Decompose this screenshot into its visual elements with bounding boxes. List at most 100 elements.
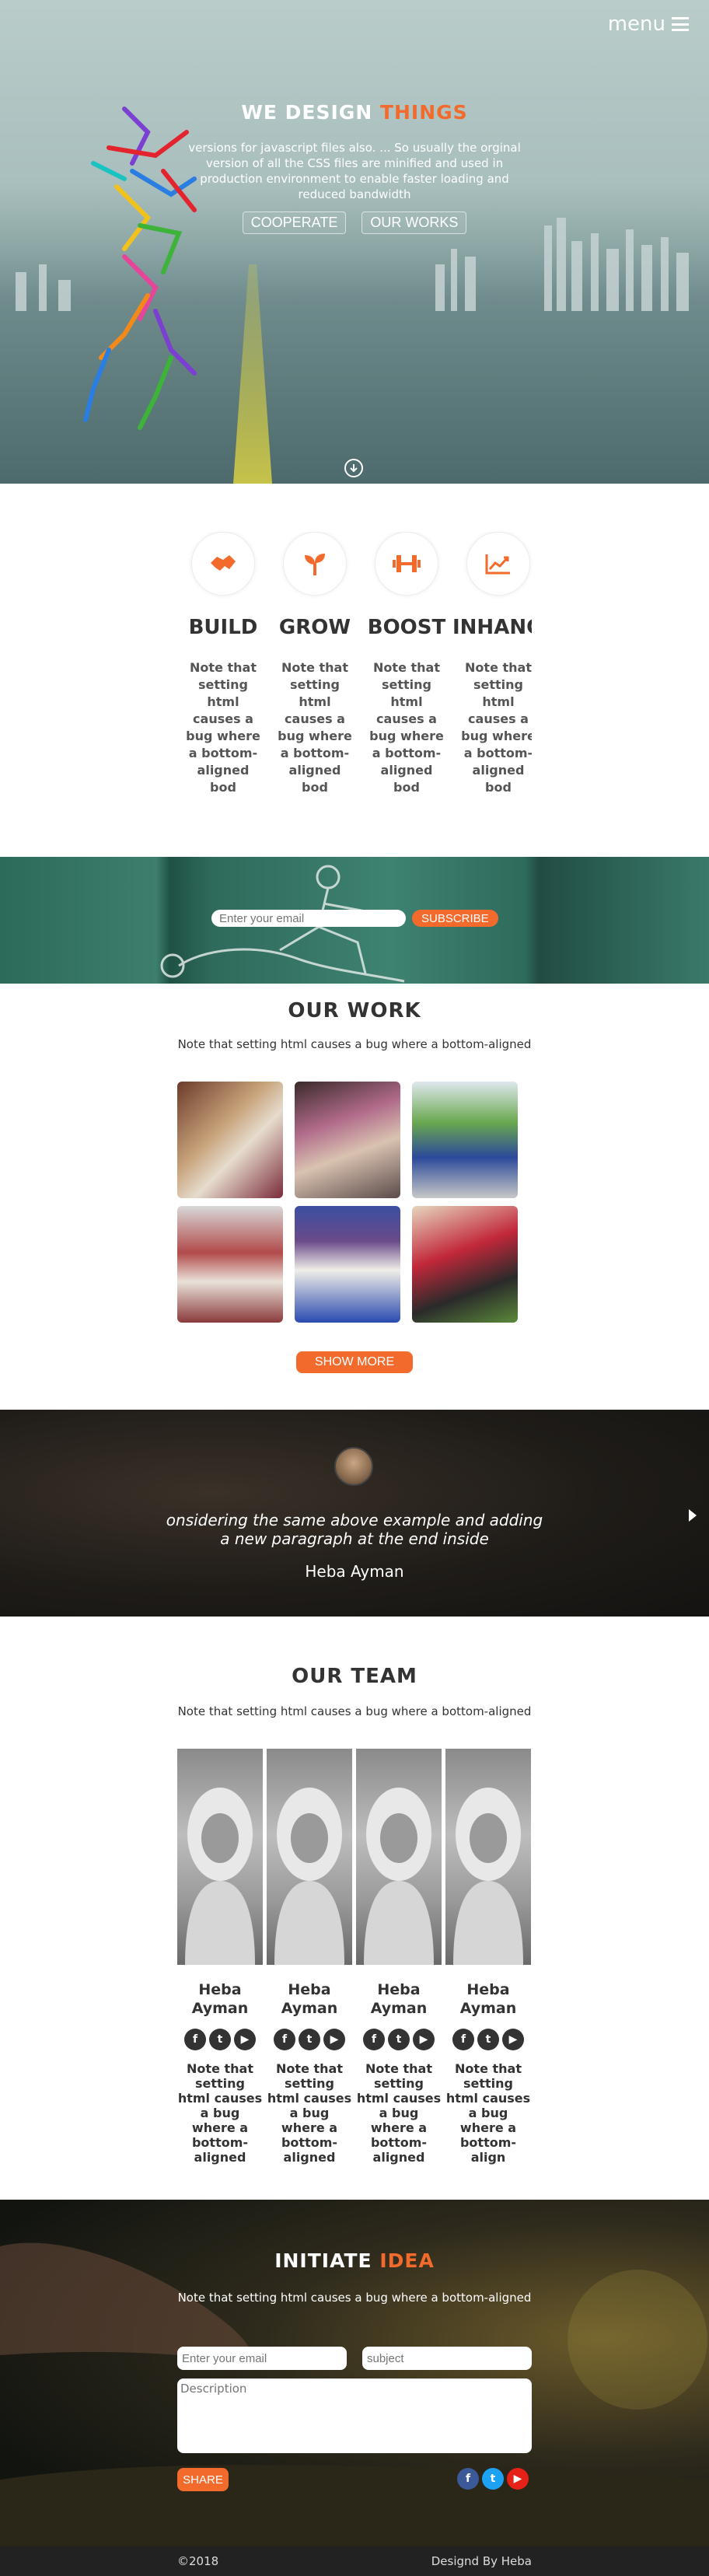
menu-label: menu bbox=[607, 12, 665, 36]
member-name: Heba Ayman bbox=[281, 1981, 338, 2017]
subscribe-section: SUBSCRIBE bbox=[0, 857, 709, 984]
team-grid: Heba Ayman f t ▶ Note that setting html … bbox=[177, 1749, 532, 2169]
dumbbell-icon bbox=[375, 532, 438, 596]
testimonial-name: Heba Ayman bbox=[305, 1562, 404, 1581]
twitter-icon[interactable]: t bbox=[388, 2029, 410, 2050]
service-text: Note that setting html causes a bug wher… bbox=[461, 660, 532, 795]
work-gallery bbox=[177, 1082, 518, 1323]
service-text: Note that setting html causes a bug wher… bbox=[186, 660, 260, 795]
service-title: GROW bbox=[278, 616, 351, 639]
member-photo bbox=[267, 1749, 352, 1965]
team-subtitle: Note that setting html causes a bug wher… bbox=[177, 1704, 532, 1718]
hero-section: menu WE DESIGN THINGS versions for javas… bbox=[0, 0, 709, 484]
hero-title-main: WE DESIGN bbox=[241, 101, 380, 124]
handshake-icon bbox=[191, 532, 255, 596]
contact-title-accent: IDEA bbox=[379, 2249, 435, 2272]
team-title: OUR TEAM bbox=[292, 1665, 417, 1688]
work-photo[interactable] bbox=[412, 1206, 518, 1323]
hero-buttons: COOPERATE OUR WORKS bbox=[0, 211, 709, 234]
testimonial-section: onsidering the same above example and ad… bbox=[0, 1410, 709, 1617]
team-member-card: Heba Ayman f t ▶ Note that setting html … bbox=[177, 1749, 263, 2169]
member-photo bbox=[445, 1749, 531, 1965]
services-section: BUILD Note that setting html causes a bu… bbox=[0, 484, 709, 857]
facebook-icon[interactable]: f bbox=[274, 2029, 295, 2050]
youtube-icon[interactable]: ▶ bbox=[507, 2468, 529, 2490]
team-member-card: Heba Ayman f t ▶ Note that setting html … bbox=[445, 1749, 531, 2169]
member-photo bbox=[356, 1749, 442, 1965]
twitter-icon[interactable]: t bbox=[482, 2468, 504, 2490]
member-name: Heba Ayman bbox=[370, 1981, 428, 2017]
contact-subtitle: Note that setting html causes a bug wher… bbox=[177, 2291, 532, 2305]
youtube-icon[interactable]: ▶ bbox=[234, 2029, 256, 2050]
footer: ©2018 Designd By Heba bbox=[0, 2546, 709, 2576]
subscribe-button[interactable]: SUBSCRIBE bbox=[412, 910, 498, 927]
service-title: INHANCE bbox=[452, 616, 532, 639]
show-more-button[interactable]: SHOW MORE bbox=[296, 1351, 413, 1373]
work-photo[interactable] bbox=[295, 1082, 400, 1198]
team-member-card: Heba Ayman f t ▶ Note that setting html … bbox=[267, 1749, 352, 2169]
contact-subject-input[interactable] bbox=[362, 2347, 532, 2370]
member-name: Heba Ayman bbox=[191, 1981, 249, 2017]
scroll-down-icon[interactable] bbox=[344, 459, 363, 477]
twitter-icon[interactable]: t bbox=[477, 2029, 499, 2050]
work-photo[interactable] bbox=[295, 1206, 400, 1323]
youtube-icon[interactable]: ▶ bbox=[502, 2029, 524, 2050]
member-photo bbox=[177, 1749, 263, 1965]
cooperate-button[interactable]: COOPERATE bbox=[242, 211, 347, 234]
contact-title: INITIATE IDEA bbox=[0, 2249, 709, 2272]
testimonial-quote: onsidering the same above example and ad… bbox=[166, 1511, 543, 1548]
work-title: OUR WORK bbox=[288, 999, 421, 1022]
subscribe-email-input[interactable] bbox=[211, 910, 406, 927]
service-text: Note that setting html causes a bug wher… bbox=[369, 660, 444, 795]
team-section: OUR TEAM Note that setting html causes a… bbox=[0, 1617, 709, 2200]
footer-copyright: ©2018 bbox=[177, 2554, 219, 2568]
contact-description-input[interactable] bbox=[177, 2379, 532, 2453]
member-text: Note that setting html causes a bug wher… bbox=[267, 2061, 352, 2165]
team-member-card: Heba Ayman f t ▶ Note that setting html … bbox=[356, 1749, 442, 2169]
contact-social-links: f t ▶ bbox=[457, 2468, 529, 2490]
services-row: BUILD Note that setting html causes a bu… bbox=[177, 532, 532, 827]
sprout-icon bbox=[283, 532, 347, 596]
service-card-grow: GROW Note that setting html causes a bug… bbox=[269, 532, 361, 827]
hero-title-accent: THINGS bbox=[379, 101, 468, 124]
our-works-button[interactable]: OUR WORKS bbox=[361, 211, 467, 234]
menu-button[interactable]: menu bbox=[608, 12, 689, 36]
twitter-icon[interactable]: t bbox=[299, 2029, 320, 2050]
facebook-icon[interactable]: f bbox=[452, 2029, 474, 2050]
member-text: Note that setting html causes a bug wher… bbox=[445, 2061, 531, 2165]
member-social-links: f t ▶ bbox=[445, 2029, 531, 2050]
youtube-icon[interactable]: ▶ bbox=[413, 2029, 435, 2050]
member-text: Note that setting html causes a bug wher… bbox=[356, 2061, 442, 2165]
service-card-boost: BOOST Note that setting html causes a bu… bbox=[361, 532, 452, 827]
service-title: BUILD bbox=[188, 616, 258, 639]
hero-title: WE DESIGN THINGS bbox=[0, 101, 709, 124]
youtube-icon[interactable]: ▶ bbox=[323, 2029, 345, 2050]
work-photo[interactable] bbox=[177, 1082, 283, 1198]
page: menu WE DESIGN THINGS versions for javas… bbox=[0, 0, 709, 2576]
member-social-links: f t ▶ bbox=[177, 2029, 263, 2050]
contact-title-main: INITIATE bbox=[274, 2249, 380, 2272]
service-text: Note that setting html causes a bug wher… bbox=[278, 660, 352, 795]
contact-email-input[interactable] bbox=[177, 2347, 347, 2370]
service-card-inhance: INHANCE Note that setting html causes a … bbox=[452, 532, 532, 827]
member-text: Note that setting html causes a bug wher… bbox=[177, 2061, 263, 2165]
member-name: Heba Ayman bbox=[459, 1981, 517, 2017]
twitter-icon[interactable]: t bbox=[209, 2029, 231, 2050]
work-photo[interactable] bbox=[177, 1206, 283, 1323]
member-social-links: f t ▶ bbox=[356, 2029, 442, 2050]
service-title: BOOST bbox=[367, 616, 446, 639]
chart-line-icon bbox=[466, 532, 530, 596]
footer-credit: Designd By Heba bbox=[431, 2554, 532, 2568]
facebook-icon[interactable]: f bbox=[363, 2029, 385, 2050]
share-button[interactable]: SHARE bbox=[177, 2468, 229, 2491]
next-arrow-icon[interactable] bbox=[689, 1509, 697, 1522]
contact-section: INITIATE IDEA Note that setting html cau… bbox=[0, 2200, 709, 2546]
hamburger-icon bbox=[672, 17, 689, 31]
work-section: OUR WORK Note that setting html causes a… bbox=[0, 984, 709, 1410]
work-photo[interactable] bbox=[412, 1082, 518, 1198]
service-card-build: BUILD Note that setting html causes a bu… bbox=[177, 532, 269, 827]
subscribe-form: SUBSCRIBE bbox=[211, 910, 498, 927]
facebook-icon[interactable]: f bbox=[457, 2468, 479, 2490]
work-subtitle: Note that setting html causes a bug wher… bbox=[177, 1037, 532, 1051]
facebook-icon[interactable]: f bbox=[184, 2029, 206, 2050]
